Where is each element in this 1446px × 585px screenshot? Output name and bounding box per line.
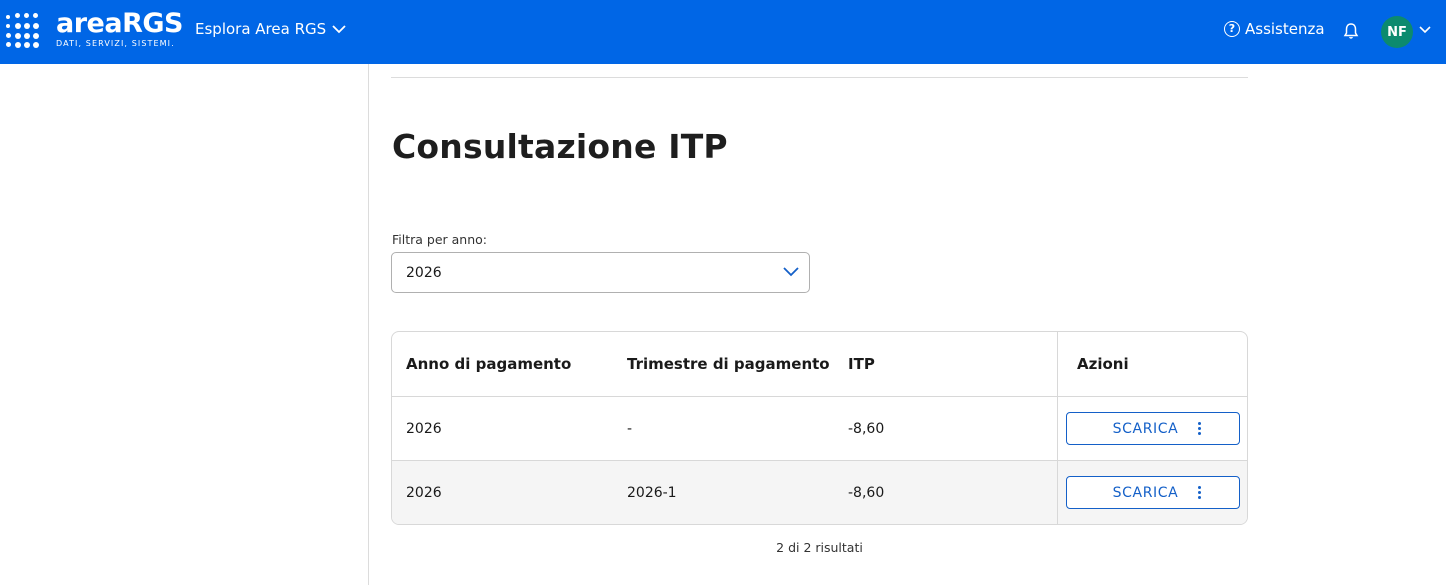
cell-anno: 2026 <box>406 485 442 501</box>
explore-area-label: Esplora Area RGS <box>195 20 327 38</box>
more-options-icon[interactable] <box>1198 486 1202 499</box>
cell-azioni: SCARICA <box>1057 461 1247 524</box>
explore-area-menu[interactable]: Esplora Area RGS <box>195 20 346 38</box>
results-count: 2 di 2 risultati <box>776 540 863 555</box>
bell-icon[interactable] <box>1343 22 1359 40</box>
column-header-itp: ITP <box>848 355 875 373</box>
chevron-down-icon <box>783 267 799 277</box>
cell-itp: -8,60 <box>848 485 885 501</box>
more-options-icon[interactable] <box>1198 422 1202 435</box>
cell-trimestre: 2026-1 <box>627 485 677 501</box>
cell-itp: -8,60 <box>848 420 885 437</box>
download-button-label: SCARICA <box>1112 484 1179 501</box>
itp-table: Anno di pagamento Trimestre di pagamento… <box>391 331 1248 525</box>
table-row: 2026 - -8,60 SCARICA <box>392 397 1247 461</box>
year-filter-value: 2026 <box>406 264 442 281</box>
chevron-down-icon <box>332 24 346 33</box>
avatar-initials: NF <box>1387 24 1407 40</box>
user-avatar[interactable]: NF <box>1381 16 1413 48</box>
column-header-azioni: Azioni <box>1057 332 1247 396</box>
help-label: Assistenza <box>1245 20 1325 38</box>
sidebar-divider <box>368 64 369 585</box>
table-row: 2026 2026-1 -8,60 SCARICA <box>392 461 1247 524</box>
download-button[interactable]: SCARICA <box>1066 412 1240 445</box>
chevron-down-icon[interactable] <box>1419 26 1431 34</box>
column-header-anno: Anno di pagamento <box>406 355 572 373</box>
year-filter-label: Filtra per anno: <box>392 232 488 247</box>
cell-anno: 2026 <box>406 420 442 437</box>
table-header-row: Anno di pagamento Trimestre di pagamento… <box>392 332 1247 397</box>
logo-wordmark: areaRGS <box>56 8 183 39</box>
arearg-logo[interactable]: areaRGS DATI, SERVIZI, SISTEMI. <box>6 8 183 48</box>
logo-dots-icon <box>6 12 40 48</box>
page-title: Consultazione ITP <box>392 127 728 166</box>
section-divider <box>391 77 1248 78</box>
download-button[interactable]: SCARICA <box>1066 476 1240 509</box>
question-icon: ? <box>1224 21 1240 37</box>
column-header-trimestre: Trimestre di pagamento <box>627 355 830 373</box>
cell-azioni: SCARICA <box>1057 397 1247 460</box>
help-link[interactable]: ? Assistenza <box>1224 20 1325 38</box>
logo-tagline: DATI, SERVIZI, SISTEMI. <box>56 39 175 48</box>
top-navigation-bar: areaRGS DATI, SERVIZI, SISTEMI. Esplora … <box>0 0 1446 64</box>
download-button-label: SCARICA <box>1112 420 1179 437</box>
cell-trimestre: - <box>627 420 633 437</box>
year-filter-select[interactable]: 2026 <box>391 252 810 293</box>
